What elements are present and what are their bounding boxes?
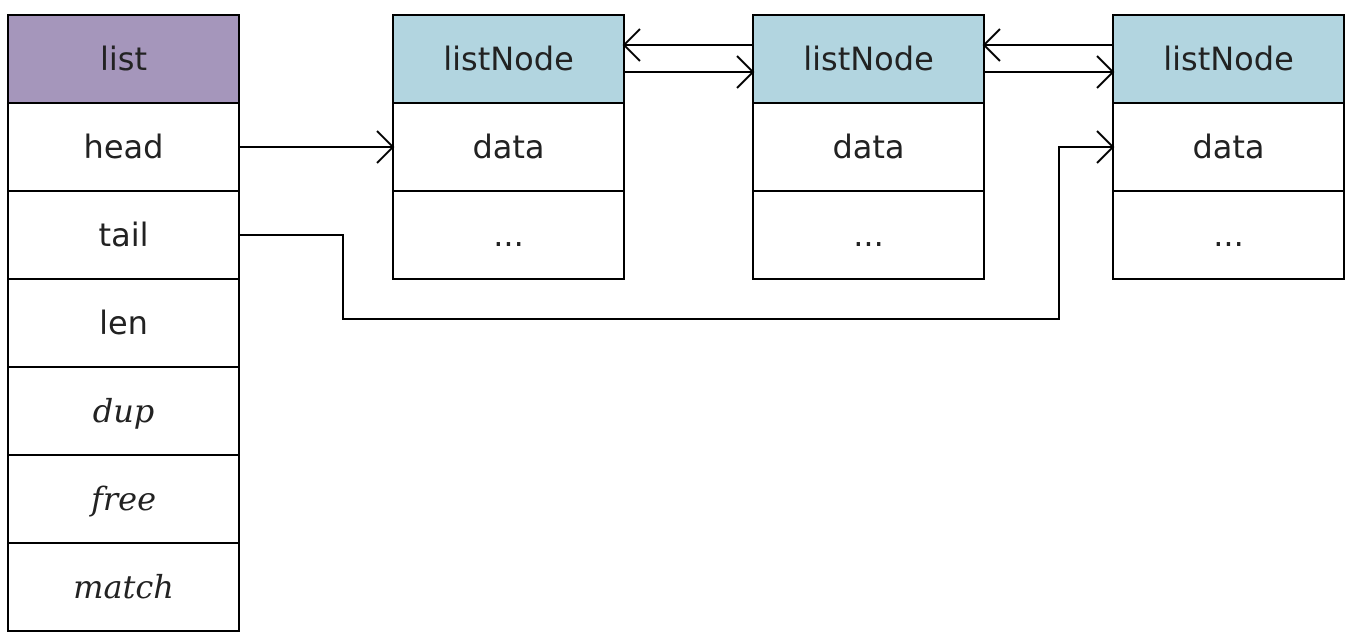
prev-pointer-edge: [622, 28, 753, 62]
node-title: listNode: [443, 40, 574, 78]
node-title: listNode: [1163, 40, 1294, 78]
list-field-len: len: [99, 304, 148, 342]
list-node: listNode data...: [1112, 14, 1345, 280]
list-field-tail: tail: [99, 216, 149, 254]
list-node: listNode data...: [752, 14, 985, 280]
node-field-ellipsis: ...: [493, 216, 524, 254]
node-field-data: data: [832, 128, 904, 166]
node-field-ellipsis: ...: [1213, 216, 1244, 254]
list-node: listNode data...: [392, 14, 625, 280]
node-field-data: data: [472, 128, 544, 166]
list-struct: list head tail len dup free match: [7, 14, 240, 632]
node-field-ellipsis: ...: [853, 216, 884, 254]
list-title: list: [100, 40, 147, 78]
node-title: listNode: [803, 40, 934, 78]
linked-list-diagram: list head tail len dup free match listNode data.…: [7, 14, 1345, 632]
head-pointer-edge: [239, 130, 395, 164]
list-field-free: free: [89, 480, 156, 518]
node-field-data: data: [1192, 128, 1264, 166]
prev-pointer-edge: [982, 28, 1113, 62]
next-pointer-edge: [624, 55, 755, 89]
list-field-match: match: [73, 568, 174, 606]
list-field-dup: dup: [93, 392, 155, 430]
next-pointer-edge: [984, 55, 1115, 89]
list-field-head: head: [84, 128, 164, 166]
